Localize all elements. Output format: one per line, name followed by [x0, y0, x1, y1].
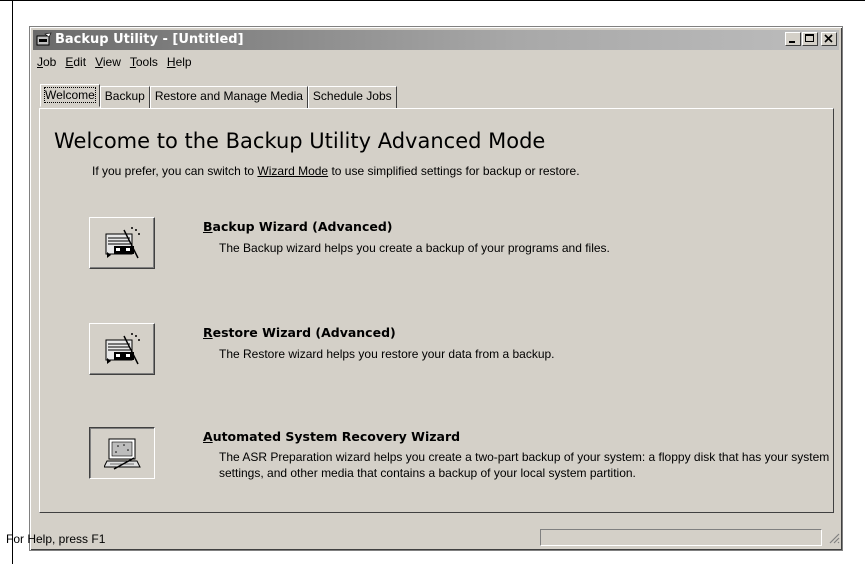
- menu-job[interactable]: Job: [34, 54, 62, 71]
- window-title: Backup Utility - [Untitled]: [55, 32, 244, 47]
- wizard-mode-link[interactable]: Wizard Mode: [257, 164, 328, 178]
- menu-help[interactable]: Help: [164, 54, 198, 71]
- backup-wizard-description: The Backup wizard helps you create a bac…: [219, 241, 610, 255]
- status-text: For Help, press F1: [6, 532, 106, 546]
- restore-wizard-button[interactable]: [89, 323, 155, 375]
- status-pane: [540, 529, 822, 546]
- close-button[interactable]: [821, 32, 837, 46]
- backup-wizard-title-text: ackup Wizard (Advanced): [212, 219, 393, 234]
- backup-utility-icon: [36, 32, 52, 46]
- asr-wizard-title[interactable]: Automated System Recovery Wizard: [203, 429, 460, 444]
- tab-welcome[interactable]: Welcome: [40, 84, 100, 107]
- maximize-icon: [805, 34, 814, 42]
- restore-wizard-accel: R: [203, 325, 213, 340]
- intro-text-before: If you prefer, you can switch to: [92, 164, 258, 178]
- minimize-icon: [789, 41, 795, 43]
- menu-view[interactable]: View: [92, 54, 127, 71]
- menu-help-accel: H: [166, 55, 176, 69]
- restore-wizard-title[interactable]: Restore Wizard (Advanced): [203, 325, 396, 340]
- tab-restore-label: Restore and Manage Media: [154, 89, 303, 103]
- menu-edit-label: dit: [73, 55, 87, 69]
- menu-view-label: iew: [102, 55, 121, 69]
- tab-backup[interactable]: Backup: [99, 86, 150, 109]
- backup-wizard-icon: [105, 227, 140, 259]
- title-bar[interactable]: Backup Utility - [Untitled]: [33, 30, 839, 50]
- intro-text-after: to use simplified settings for backup or…: [328, 164, 580, 178]
- menu-help-label: elp: [175, 55, 192, 69]
- tab-schedule-jobs[interactable]: Schedule Jobs: [307, 86, 397, 109]
- restore-wizard-description: The Restore wizard helps you restore you…: [219, 347, 555, 361]
- close-icon: [824, 34, 833, 43]
- tab-backup-label: Backup: [104, 89, 145, 103]
- tab-restore-and-manage-media[interactable]: Restore and Manage Media: [149, 86, 308, 109]
- resize-grip-icon[interactable]: [828, 532, 840, 544]
- asr-wizard-description: The ASR Preparation wizard helps you cre…: [219, 450, 830, 480]
- menu-tools-label: ools: [135, 55, 158, 69]
- tab-schedule-label: Schedule Jobs: [312, 89, 392, 103]
- restore-wizard-title-text: estore Wizard (Advanced): [212, 325, 396, 340]
- menu-job-label: ob: [43, 55, 57, 69]
- tab-welcome-label: Welcome: [44, 87, 96, 103]
- minimize-button[interactable]: [785, 32, 801, 46]
- frame-left-line: [12, 0, 13, 564]
- menu-tools[interactable]: Tools: [127, 54, 164, 71]
- page-title: Welcome to the Backup Utility Advanced M…: [54, 129, 546, 153]
- menu-view-accel: V: [95, 55, 103, 69]
- tab-strip: Welcome Backup Restore and Manage Media …: [40, 84, 397, 109]
- backup-wizard-button[interactable]: [89, 217, 155, 269]
- frame-top-line: [0, 0, 865, 1]
- backup-wizard-title[interactable]: Backup Wizard (Advanced): [203, 219, 393, 234]
- intro-text: If you prefer, you can switch to Wizard …: [92, 164, 580, 178]
- backup-wizard-accel: B: [203, 219, 213, 234]
- asr-wizard-title-text: utomated System Recovery Wizard: [212, 429, 461, 444]
- asr-wizard-button[interactable]: [89, 427, 155, 479]
- menu-bar: Job Edit View Tools Help: [34, 54, 198, 71]
- maximize-button[interactable]: [802, 32, 818, 46]
- menu-edit[interactable]: Edit: [62, 54, 92, 71]
- window-controls: [784, 32, 837, 46]
- asr-wizard-icon: [104, 438, 141, 470]
- restore-wizard-icon: [105, 333, 140, 365]
- asr-wizard-accel: A: [203, 429, 213, 444]
- backup-utility-window: Backup Utility - [Untitled] Job Edit Vie…: [29, 26, 843, 551]
